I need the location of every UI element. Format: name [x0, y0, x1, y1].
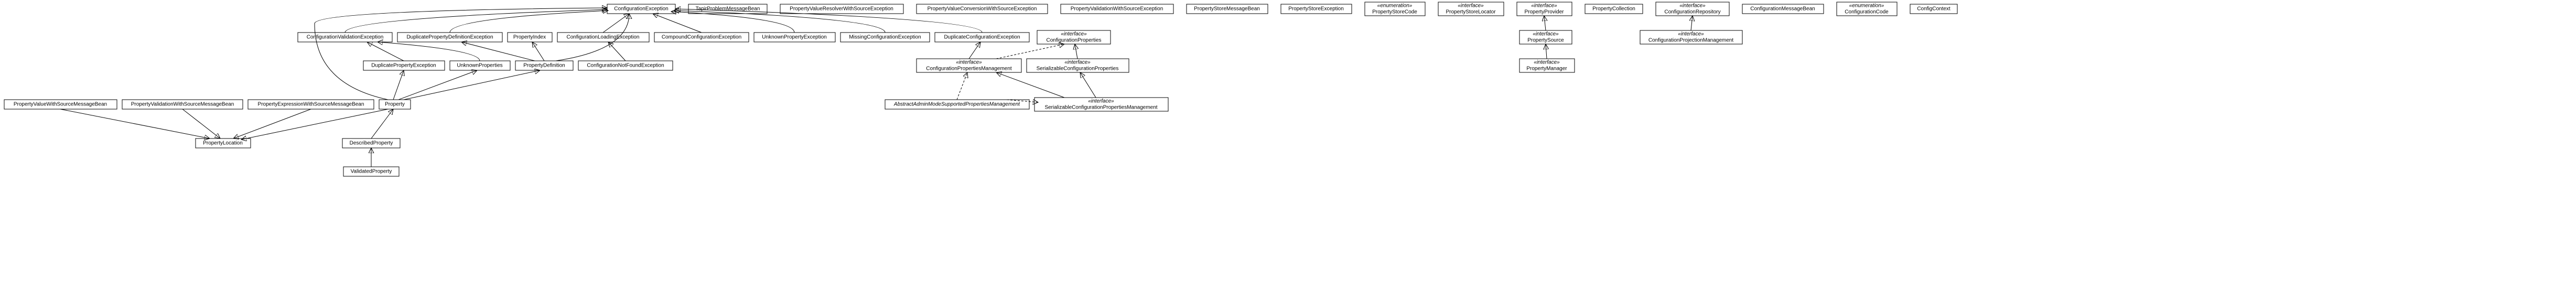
node-PropertyProvider: «interface»PropertyProvider [1517, 2, 1572, 16]
node-ConfigurationProjectionManagement: «interface»ConfigurationProjectionManage… [1640, 30, 1742, 44]
node-PropertyStoreMessageBean: PropertyStoreMessageBean [1187, 4, 1268, 14]
node-CompoundConfigurationException: CompoundConfigurationException [654, 33, 749, 42]
svg-text:PropertyStoreMessageBean: PropertyStoreMessageBean [1194, 6, 1260, 12]
svg-text:PropertyValueResolverWithSourc: PropertyValueResolverWithSourceException [790, 6, 893, 12]
node-PropertyLocation: PropertyLocation [196, 138, 251, 148]
svg-text:ConfigurationRepository: ConfigurationRepository [1664, 9, 1720, 15]
node-PropertyValidationWithSourceException: PropertyValidationWithSourceException [1061, 4, 1173, 14]
svg-text:«interface»: «interface» [1064, 60, 1091, 66]
node-PropertyValueWithSourceMessageBean: PropertyValueWithSourceMessageBean [4, 100, 117, 109]
svg-text:SerializableConfigurationPrope: SerializableConfigurationPropertiesManag… [1044, 105, 1157, 111]
node-MissingConfigurationException: MissingConfigurationException [840, 33, 930, 42]
node-SerializableConfigurationPropertiesManagement: «interface»SerializableConfigurationProp… [1034, 98, 1168, 111]
node-PropertyStoreLocator: «interface»PropertyStoreLocator [1438, 2, 1504, 16]
svg-text:«interface»: «interface» [1458, 3, 1484, 9]
node-PropertyDefinition: PropertyDefinition [515, 61, 573, 70]
svg-text:«interface»: «interface» [1533, 31, 1559, 37]
svg-text:PropertyStoreException: PropertyStoreException [1288, 6, 1344, 12]
svg-text:ConfigurationCode: ConfigurationCode [1845, 9, 1889, 15]
svg-text:«interface»: «interface» [1088, 99, 1114, 104]
node-Property: Property [379, 100, 411, 109]
svg-text:Property: Property [385, 102, 405, 108]
svg-text:PropertyExpressionWithSourceMe: PropertyExpressionWithSourceMessageBean [258, 102, 364, 108]
node-PropertyValueResolverWithSourceException: PropertyValueResolverWithSourceException [780, 4, 903, 14]
node-ConfigurationCode: «enumeration»ConfigurationCode [1837, 2, 1897, 16]
svg-text:ConfigurationProjectionManagem: ConfigurationProjectionManagement [1648, 38, 1734, 44]
node-SerializableConfigurationProperties: «interface»SerializableConfigurationProp… [1027, 59, 1129, 72]
svg-text:ConfigurationValidationExcepti: ConfigurationValidationException [307, 35, 384, 40]
node-ConfigurationProperties: «interface»ConfigurationProperties [1037, 30, 1111, 44]
svg-text:«enumeration»: «enumeration» [1849, 3, 1884, 9]
svg-text:DuplicatePropertyException: DuplicatePropertyException [371, 63, 436, 69]
node-UnknownProperties: UnknownProperties [450, 61, 510, 70]
node-DuplicateConfigurationException: DuplicateConfigurationException [935, 33, 1029, 42]
node-ConfigurationRepository: «interface»ConfigurationRepository [1656, 2, 1729, 16]
svg-text:PropertyValueConversionWithSou: PropertyValueConversionWithSourceExcepti… [928, 6, 1037, 12]
svg-text:PropertyValidationWithSourceMe: PropertyValidationWithSourceMessageBean [131, 102, 234, 108]
svg-text:PropertyIndex: PropertyIndex [513, 35, 546, 40]
svg-text:PropertyManager: PropertyManager [1526, 66, 1567, 72]
svg-text:DuplicateConfigurationExceptio: DuplicateConfigurationException [944, 35, 1020, 40]
node-ConfigurationPropertiesManagement: «interface»ConfigurationPropertiesManage… [917, 59, 1021, 72]
svg-text:«interface»: «interface» [1679, 3, 1706, 9]
svg-text:ConfigurationNotFoundException: ConfigurationNotFoundException [587, 63, 664, 69]
svg-text:«interface»: «interface» [1531, 3, 1557, 9]
node-PropertyExpressionWithSourceMessageBean: PropertyExpressionWithSourceMessageBean [248, 100, 374, 109]
svg-text:ConfigurationLoadingException: ConfigurationLoadingException [567, 35, 640, 40]
node-ValidatedProperty: ValidatedProperty [343, 167, 399, 176]
node-PropertySource: «interface»PropertySource [1519, 30, 1572, 44]
node-PropertyValidationWithSourceMessageBean: PropertyValidationWithSourceMessageBean [122, 100, 243, 109]
node-AbstractAdminModeSupportedPropertiesManagement: AbstractAdminModeSupportedPropertiesMana… [885, 100, 1029, 109]
node-ConfigurationMessageBean: ConfigurationMessageBean [1742, 4, 1824, 14]
svg-text:ConfigurationException: ConfigurationException [614, 6, 668, 12]
node-ConfigContext: ConfigContext [1910, 4, 1957, 14]
svg-text:PropertyStoreLocator: PropertyStoreLocator [1446, 9, 1496, 15]
node-DuplicatePropertyException: DuplicatePropertyException [363, 61, 445, 70]
svg-text:PropertyLocation: PropertyLocation [203, 141, 243, 146]
svg-text:UnknownPropertyException: UnknownPropertyException [762, 35, 826, 40]
node-PropertyStoreCode: «enumeration»PropertyStoreCode [1365, 2, 1425, 16]
svg-text:PropertyProvider: PropertyProvider [1524, 9, 1564, 15]
svg-text:CompoundConfigurationException: CompoundConfigurationException [662, 35, 741, 40]
svg-text:«interface»: «interface» [1678, 31, 1704, 37]
node-PropertyManager: «interface»PropertyManager [1519, 59, 1575, 72]
svg-text:DescribedProperty: DescribedProperty [350, 141, 393, 146]
svg-text:MissingConfigurationException: MissingConfigurationException [849, 35, 921, 40]
svg-text:ConfigurationProperties: ConfigurationProperties [1046, 38, 1101, 44]
svg-text:«interface»: «interface» [1061, 31, 1087, 37]
svg-text:PropertyStoreCode: PropertyStoreCode [1372, 9, 1417, 15]
svg-text:SerializableConfigurationPrope: SerializableConfigurationProperties [1037, 66, 1119, 72]
svg-text:AbstractAdminModeSupportedProp: AbstractAdminModeSupportedPropertiesMana… [893, 102, 1020, 108]
node-ConfigurationException: ConfigurationException [607, 4, 675, 14]
node-ConfigurationLoadingException: ConfigurationLoadingException [557, 33, 649, 42]
svg-text:TapirProblemMessageBean: TapirProblemMessageBean [696, 6, 760, 12]
node-PropertyStoreException: PropertyStoreException [1281, 4, 1352, 14]
node-DuplicatePropertyDefinitionException: DuplicatePropertyDefinitionException [397, 33, 502, 42]
svg-text:PropertyCollection: PropertyCollection [1592, 6, 1635, 12]
node-PropertyValueConversionWithSourceException: PropertyValueConversionWithSourceExcepti… [917, 4, 1048, 14]
svg-text:PropertySource: PropertySource [1527, 38, 1564, 44]
node-DescribedProperty: DescribedProperty [342, 138, 400, 148]
node-PropertyCollection: PropertyCollection [1585, 4, 1643, 14]
svg-text:ValidatedProperty: ValidatedProperty [351, 169, 392, 175]
svg-text:PropertyValidationWithSourceEx: PropertyValidationWithSourceException [1071, 6, 1163, 12]
svg-text:«enumeration»: «enumeration» [1377, 3, 1413, 9]
node-ConfigurationValidationException: ConfigurationValidationException [298, 33, 392, 42]
svg-text:ConfigurationPropertiesManagem: ConfigurationPropertiesManagement [926, 66, 1012, 72]
node-ConfigurationNotFoundException: ConfigurationNotFoundException [578, 61, 673, 70]
node-PropertyIndex: PropertyIndex [508, 33, 552, 42]
svg-text:«interface»: «interface» [956, 60, 982, 66]
svg-text:ConfigContext: ConfigContext [1917, 6, 1950, 12]
svg-text:PropertyDefinition: PropertyDefinition [523, 63, 565, 69]
svg-text:ConfigurationMessageBean: ConfigurationMessageBean [1750, 6, 1815, 12]
node-UnknownPropertyException: UnknownPropertyException [754, 33, 835, 42]
svg-text:«interface»: «interface» [1534, 60, 1560, 66]
svg-text:UnknownProperties: UnknownProperties [457, 63, 502, 69]
uml-diagram: ConfigurationException TapirProblemMessa… [0, 0, 2576, 288]
svg-text:DuplicatePropertyDefinitionExc: DuplicatePropertyDefinitionException [406, 35, 493, 40]
svg-text:PropertyValueWithSourceMessage: PropertyValueWithSourceMessageBean [14, 102, 107, 108]
node-TapirProblemMessageBean: TapirProblemMessageBean [688, 4, 767, 14]
